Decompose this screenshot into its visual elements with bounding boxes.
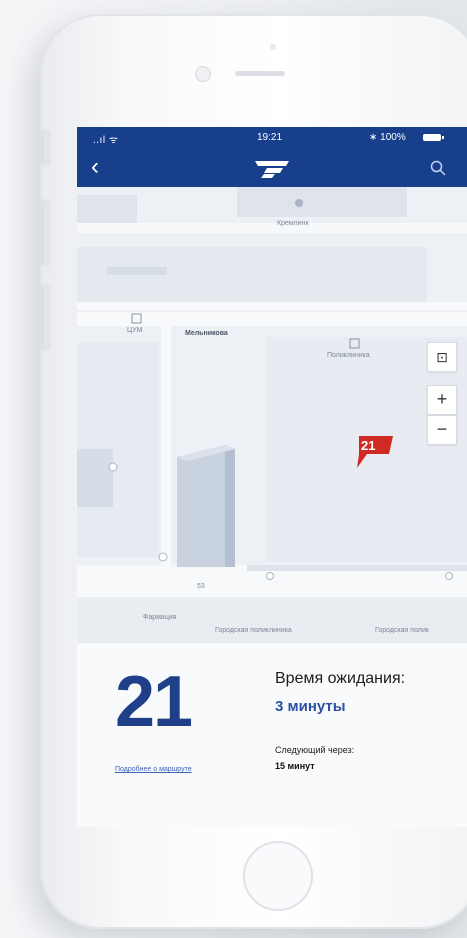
proximity-sensor bbox=[270, 44, 276, 50]
route-info-panel: 21 Подробнее о маршруте Время ожидания: … bbox=[77, 642, 467, 827]
mute-switch bbox=[44, 130, 51, 165]
bus-pin-number: 21 bbox=[361, 438, 376, 453]
map-label-stop-left: ЦУМ bbox=[127, 327, 143, 334]
status-time: 19:21 bbox=[257, 132, 283, 143]
locate-icon: ⊡ bbox=[436, 349, 448, 365]
map-label-pharmacy: Фармация bbox=[143, 614, 177, 621]
search-icon[interactable] bbox=[429, 159, 447, 177]
zoom-out-button[interactable]: − bbox=[427, 415, 457, 445]
front-camera bbox=[195, 66, 211, 82]
app-logo-icon bbox=[255, 161, 289, 178]
map-label-top-building: Кремлинк bbox=[277, 220, 309, 227]
wait-time-value: 3 минуты bbox=[275, 698, 346, 715]
phone-screen: ..ıl ᯤ 19:21 ∗ 100% ‹ Кремлинк ЦУМ Мельн… bbox=[77, 127, 467, 827]
map-label-street: Мельникова bbox=[185, 330, 228, 337]
next-bus-label: Следующий через: bbox=[275, 745, 355, 755]
route-number: 21 bbox=[115, 662, 193, 742]
locate-button[interactable]: ⊡ bbox=[427, 342, 457, 372]
volume-up-button bbox=[44, 200, 51, 265]
battery-percent: ∗ 100% bbox=[369, 132, 406, 143]
signal-indicator: ..ıl ᯤ bbox=[93, 135, 119, 146]
map-label-polyclinic-2: Городская полик bbox=[375, 627, 429, 634]
nav-bar: ‹ bbox=[77, 149, 467, 187]
map-label-building-number: 53 bbox=[197, 583, 205, 590]
back-button[interactable]: ‹ bbox=[91, 155, 99, 179]
map-label-stop-right: Поликлиника bbox=[327, 352, 370, 359]
map-canvas bbox=[77, 187, 467, 642]
map-label-polyclinic-1: Городская поликлиника bbox=[215, 627, 292, 634]
status-bar: ..ıl ᯤ 19:21 ∗ 100% bbox=[77, 127, 467, 149]
battery-icon bbox=[423, 134, 444, 141]
wait-time-title: Время ожидания: bbox=[275, 670, 406, 687]
map-view[interactable]: Кремлинк ЦУМ Мельникова Поликлиника 53 Ф… bbox=[77, 187, 467, 642]
volume-down-button bbox=[44, 285, 51, 350]
earpiece-speaker bbox=[235, 71, 285, 76]
home-button[interactable] bbox=[243, 841, 313, 911]
route-details-link[interactable]: Подробнее о маршруте bbox=[115, 766, 192, 773]
next-bus-value: 15 минут bbox=[275, 761, 315, 771]
zoom-in-button[interactable]: + bbox=[427, 385, 457, 415]
